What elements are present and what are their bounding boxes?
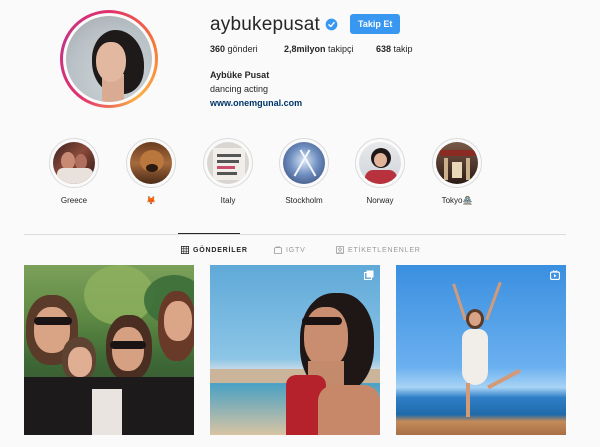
- followers-stat[interactable]: 2,8milyon takipçi: [284, 44, 354, 54]
- highlight-ring: [49, 138, 99, 188]
- highlight-label: 🦊: [146, 196, 156, 205]
- post-photo-detail: [452, 283, 467, 321]
- highlight-tokyo[interactable]: Tokyo🏯: [427, 138, 487, 205]
- highlight-ring: [279, 138, 329, 188]
- post-photo-detail: [485, 281, 502, 321]
- post-photo-detail: [469, 312, 481, 326]
- avatar-gap: [63, 13, 155, 105]
- posts-label: gönderi: [227, 44, 258, 54]
- highlight-label: Norway: [366, 196, 394, 205]
- highlight-norway[interactable]: Norway: [350, 138, 410, 205]
- post-photo-detail: [302, 317, 342, 325]
- highlight-greece[interactable]: Greece: [44, 138, 104, 205]
- highlight-italy[interactable]: Italy: [198, 138, 258, 205]
- tab-label: ETİKETLENENLER: [348, 246, 421, 254]
- post-photo-detail: [466, 383, 470, 417]
- post-thumbnail[interactable]: [396, 265, 566, 435]
- tab-label: GÖNDERİLER: [193, 246, 248, 254]
- post-photo-detail: [462, 329, 488, 385]
- highlight-ring: [432, 138, 482, 188]
- profile-bio: dancing acting: [210, 84, 269, 94]
- profile-username: aybukepusat: [210, 14, 320, 35]
- avatar-photo: [66, 16, 152, 102]
- highlight-cover: [130, 142, 172, 184]
- highlight-ring: [126, 138, 176, 188]
- post-photo-detail: [304, 307, 348, 367]
- post-photo-detail: [34, 317, 72, 325]
- multiple-photos-icon: [364, 270, 374, 280]
- highlight-label: Stockholm: [285, 196, 323, 205]
- tab-label: IGTV: [286, 246, 306, 254]
- highlight-cover: [436, 142, 478, 184]
- following-count: 638: [376, 44, 392, 54]
- grid-icon: [181, 246, 189, 254]
- follow-button[interactable]: Takip Et: [350, 14, 401, 34]
- tab-posts[interactable]: GÖNDERİLER: [181, 246, 248, 254]
- highlight-stockholm[interactable]: Stockholm: [274, 138, 334, 205]
- posts-count-stat: 360 gönderi: [210, 44, 258, 54]
- post-photo-detail: [112, 327, 144, 371]
- igtv-icon: [274, 246, 282, 254]
- highlight-ring: [203, 138, 253, 188]
- post-photo-detail: [92, 389, 122, 435]
- followers-label: takipçi: [328, 44, 354, 54]
- profile-full-name: Aybüke Pusat: [210, 70, 270, 80]
- post-photo-detail: [68, 347, 92, 377]
- following-label: takip: [393, 44, 413, 54]
- tab-tagged[interactable]: ETİKETLENENLER: [336, 246, 421, 254]
- profile-avatar[interactable]: [60, 10, 158, 108]
- highlight-cover: [283, 142, 325, 184]
- avatar-face: [96, 42, 126, 82]
- igtv-post-icon: [550, 270, 560, 280]
- highlight-fox[interactable]: 🦊: [121, 138, 181, 205]
- post-photo-detail: [110, 341, 146, 349]
- profile-website-link[interactable]: www.onemgunal.com: [210, 98, 302, 108]
- post-thumbnail[interactable]: [210, 265, 380, 435]
- highlight-ring: [355, 138, 405, 188]
- following-stat[interactable]: 638 takip: [376, 44, 413, 54]
- active-tab-indicator: [178, 233, 240, 234]
- verified-badge-icon: [325, 18, 338, 31]
- followers-count: 2,8milyon: [284, 44, 326, 54]
- highlight-cover: [53, 142, 95, 184]
- highlight-label: Greece: [60, 196, 88, 205]
- tabs-divider: [24, 234, 566, 235]
- post-photo-detail: [487, 368, 521, 390]
- highlight-label: Italy: [220, 196, 236, 205]
- highlight-label: Tokyo🏯: [441, 196, 473, 205]
- post-photo-detail: [318, 385, 380, 435]
- post-thumbnail[interactable]: [24, 265, 194, 435]
- posts-count: 360: [210, 44, 226, 54]
- highlight-cover: [207, 142, 249, 184]
- tab-igtv[interactable]: IGTV: [274, 246, 306, 254]
- highlight-cover: [359, 142, 401, 184]
- post-photo-detail: [164, 301, 192, 341]
- tagged-icon: [336, 246, 344, 254]
